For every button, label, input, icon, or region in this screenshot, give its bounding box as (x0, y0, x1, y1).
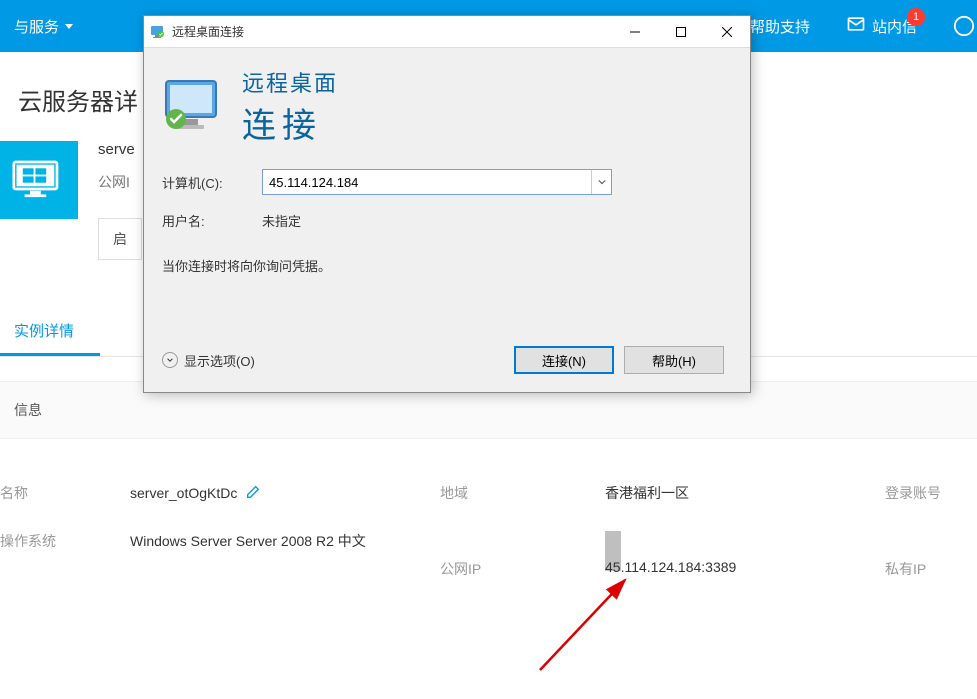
public-ip-label: 公网IP (440, 531, 605, 579)
public-ip-text: 45.114.124.184:3389 (605, 531, 736, 575)
remote-desktop-dialog: 远程桌面连接 (143, 15, 751, 393)
computer-dropdown[interactable] (591, 170, 611, 194)
server-name-preview: serve (98, 141, 142, 158)
name-label: 名称 (0, 483, 130, 503)
info-row-os: 操作系统 Windows Server Server 2008 R2 中文 公网… (0, 517, 977, 593)
rdc-app-icon (150, 24, 166, 40)
server-action-button[interactable]: 启 (98, 218, 142, 260)
dialog-titlebar[interactable]: 远程桌面连接 (144, 16, 750, 48)
computer-input[interactable] (263, 175, 591, 190)
info-grid: 名称 server_otOgKtDc 地域 香港福利一区 登录账号 操作系统 W… (0, 439, 977, 623)
region-value: 香港福利一区 (605, 483, 885, 503)
show-options-label: 显示选项(O) (184, 351, 255, 370)
info-row-name: 名称 server_otOgKtDc 地域 香港福利一区 登录账号 (0, 469, 977, 517)
login-label: 登录账号 (885, 483, 941, 503)
nav-products-menu[interactable]: 与服务 (0, 0, 87, 52)
nav-mail[interactable]: 站内信 1 (828, 0, 935, 52)
edit-icon[interactable] (245, 484, 261, 503)
user-label: 用户名: (162, 211, 262, 230)
dialog-body: 远程桌面 连接 计算机(C): 用户名: 未指定 当你连接时将向你询问凭据。 (144, 48, 750, 392)
dialog-footer: 显示选项(O) 连接(N) 帮助(H) (162, 346, 724, 374)
mail-icon (846, 14, 866, 38)
computer-row: 计算机(C): (162, 169, 724, 195)
minimize-button[interactable] (612, 16, 658, 47)
tab-instance-detail[interactable]: 实例详情 (0, 308, 100, 356)
nav-help-label: 帮助支持 (750, 16, 810, 37)
computer-label: 计算机(C): (162, 173, 262, 192)
nav-currency[interactable] (935, 0, 977, 52)
caret-down-icon (65, 24, 73, 29)
show-options-toggle[interactable]: 显示选项(O) (162, 351, 255, 370)
server-icon (0, 141, 78, 219)
name-value-text: server_otOgKtDc (130, 485, 237, 501)
monitor-icon (162, 75, 226, 139)
close-button[interactable] (704, 16, 750, 47)
computer-combo[interactable] (262, 169, 612, 195)
dialog-header-line1: 远程桌面 (242, 66, 338, 98)
nav-products-label: 与服务 (14, 16, 59, 37)
server-public-ip-label: 公网I (98, 172, 142, 192)
window-controls (612, 16, 750, 47)
region-label: 地域 (440, 483, 605, 503)
dialog-title-block: 远程桌面 连接 (242, 66, 338, 147)
help-button[interactable]: 帮助(H) (624, 346, 724, 374)
os-label: 操作系统 (0, 531, 130, 551)
connect-button[interactable]: 连接(N) (514, 346, 614, 374)
dialog-header-line2: 连接 (242, 98, 338, 147)
dialog-title: 远程桌面连接 (172, 23, 612, 40)
user-row: 用户名: 未指定 (162, 211, 724, 230)
credential-note: 当你连接时将向你询问凭据。 (162, 256, 724, 275)
os-value: Windows Server Server 2008 R2 中文 (130, 531, 440, 551)
chevron-down-icon (162, 352, 178, 368)
user-value: 未指定 (262, 211, 301, 230)
public-ip-value: 45.114.124.184:3389 (605, 531, 885, 574)
maximize-button[interactable] (658, 16, 704, 47)
mail-badge: 1 (907, 8, 925, 26)
dialog-header: 远程桌面 连接 (162, 66, 724, 147)
name-value: server_otOgKtDc (130, 484, 440, 503)
private-ip-label: 私有IP (885, 531, 926, 579)
server-meta: serve 公网I 启 (98, 141, 142, 260)
